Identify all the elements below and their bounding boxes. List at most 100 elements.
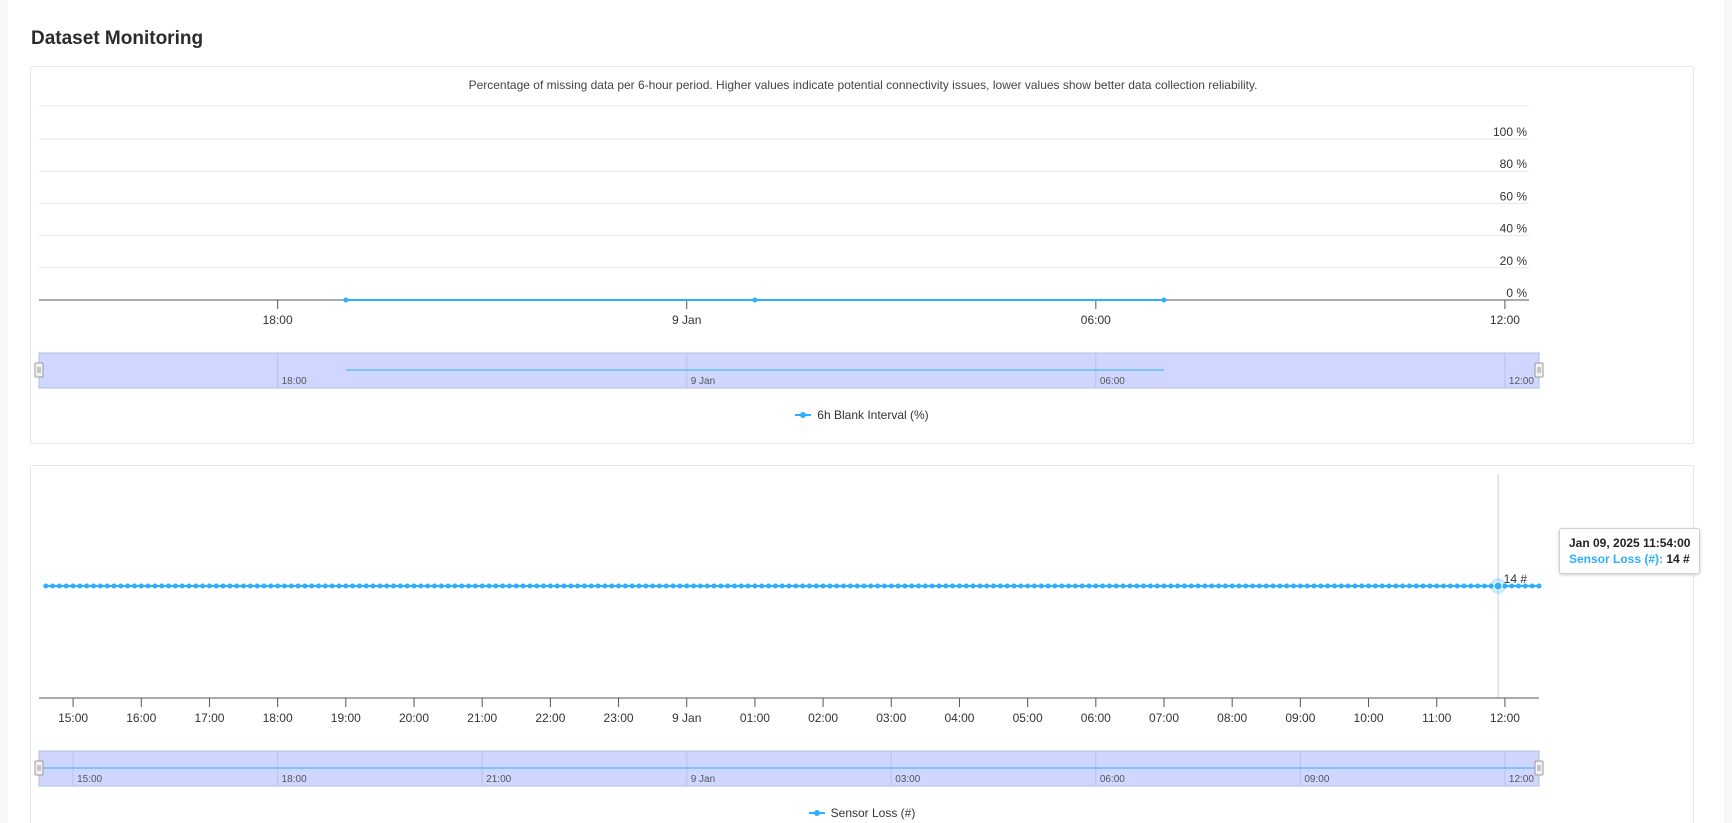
data-point bbox=[1400, 583, 1406, 589]
data-point bbox=[936, 583, 942, 589]
data-point bbox=[152, 583, 158, 589]
data-point bbox=[629, 583, 635, 589]
data-point bbox=[1338, 583, 1344, 589]
data-point bbox=[1386, 583, 1392, 589]
data-point bbox=[125, 583, 131, 589]
chart2-legend[interactable]: Sensor Loss (#) bbox=[31, 806, 1693, 821]
data-point bbox=[1004, 583, 1010, 589]
data-point bbox=[261, 583, 267, 589]
data-point bbox=[1325, 583, 1331, 589]
data-point bbox=[1372, 583, 1378, 589]
data-point bbox=[609, 583, 615, 589]
data-point bbox=[356, 583, 362, 589]
navigator-tick-label: 21:00 bbox=[486, 774, 511, 785]
data-point bbox=[1031, 583, 1037, 589]
x-tick-label: 07:00 bbox=[1149, 711, 1179, 725]
chart2-tooltip: Jan 09, 2025 11:54:00 Sensor Loss (#): 1… bbox=[1559, 528, 1701, 574]
x-tick-label: 9 Jan bbox=[672, 313, 701, 327]
data-point bbox=[820, 583, 826, 589]
x-tick-label: 09:00 bbox=[1285, 711, 1315, 725]
tooltip-date: Jan 09, 2025 11:54:00 bbox=[1569, 536, 1691, 550]
data-point bbox=[309, 583, 315, 589]
data-point bbox=[663, 583, 669, 589]
sensor-loss-chart[interactable]: 15:00 16:00 17:00 18:00 19:00 20:00 21:00 22:00… bbox=[31, 466, 1695, 823]
data-point bbox=[922, 583, 928, 589]
data-point bbox=[622, 583, 628, 589]
navigator-tick-label: 15:00 bbox=[77, 774, 102, 785]
data-point bbox=[718, 583, 724, 589]
data-point bbox=[404, 583, 410, 589]
data-point bbox=[479, 583, 485, 589]
data-point bbox=[527, 583, 533, 589]
data-point bbox=[929, 583, 935, 589]
data-point bbox=[377, 583, 383, 589]
navigator-tick-label: 09:00 bbox=[1304, 774, 1329, 785]
data-point bbox=[288, 583, 294, 589]
x-tick-label: 11:00 bbox=[1422, 711, 1451, 725]
blank-interval-chart[interactable]: Percentage of missing data per 6-hour pe… bbox=[31, 67, 1695, 445]
data-point bbox=[1161, 583, 1167, 589]
data-point bbox=[575, 583, 581, 589]
legend-item-sensor-loss[interactable]: Sensor Loss (#) bbox=[831, 806, 916, 820]
data-point bbox=[1100, 583, 1106, 589]
y-tick-label: 80 % bbox=[1500, 157, 1528, 171]
legend-line-marker-icon bbox=[795, 410, 812, 420]
data-point bbox=[561, 583, 567, 589]
data-point bbox=[1454, 583, 1460, 589]
data-point bbox=[881, 583, 887, 589]
data-point bbox=[241, 583, 247, 589]
navigator-tick-label: 12:00 bbox=[1509, 376, 1534, 387]
data-point bbox=[438, 583, 444, 589]
data-point bbox=[1406, 583, 1412, 589]
data-point bbox=[459, 583, 465, 589]
x-tick-label: 21:00 bbox=[467, 711, 497, 725]
data-point bbox=[1270, 583, 1276, 589]
data-point bbox=[520, 583, 526, 589]
x-tick-label: 22:00 bbox=[535, 711, 565, 725]
data-point bbox=[684, 583, 690, 589]
data-point bbox=[1188, 583, 1194, 589]
data-point bbox=[916, 583, 922, 589]
data-point bbox=[772, 583, 778, 589]
x-tick-label: 03:00 bbox=[876, 711, 906, 725]
data-point bbox=[711, 583, 717, 589]
y-tick-label: 20 % bbox=[1500, 254, 1528, 268]
sensor-loss-chart-panel: 15:00 16:00 17:00 18:00 19:00 20:00 21:00 22:00… bbox=[30, 465, 1701, 823]
data-point bbox=[1038, 583, 1044, 589]
x-tick-label: 04:00 bbox=[944, 711, 974, 725]
tooltip-value: 14 # bbox=[1666, 552, 1690, 566]
data-point bbox=[302, 583, 308, 589]
data-point bbox=[1359, 583, 1365, 589]
data-point bbox=[677, 583, 683, 589]
chart1-legend[interactable]: 6h Blank Interval (%) bbox=[31, 408, 1693, 423]
data-point bbox=[950, 583, 956, 589]
data-point bbox=[588, 583, 594, 589]
data-point bbox=[193, 583, 199, 589]
data-point bbox=[452, 583, 458, 589]
data-point bbox=[1072, 583, 1078, 589]
legend-item-blank-interval[interactable]: 6h Blank Interval (%) bbox=[817, 408, 928, 422]
data-point bbox=[1229, 583, 1235, 589]
x-tick-label: 15:00 bbox=[58, 711, 88, 725]
data-point bbox=[1536, 583, 1542, 589]
data-point bbox=[738, 583, 744, 589]
data-point bbox=[752, 297, 758, 303]
data-point bbox=[370, 583, 376, 589]
data-point bbox=[1379, 583, 1385, 589]
data-point bbox=[1366, 583, 1372, 589]
data-point bbox=[234, 583, 240, 589]
data-point bbox=[827, 583, 833, 589]
x-tick-label: 18:00 bbox=[263, 313, 293, 327]
data-point bbox=[943, 583, 949, 589]
x-tick-label: 10:00 bbox=[1354, 711, 1384, 725]
data-point bbox=[1066, 583, 1072, 589]
data-point bbox=[636, 583, 642, 589]
data-point bbox=[1345, 583, 1351, 589]
data-point bbox=[970, 583, 976, 589]
data-point bbox=[1318, 583, 1324, 589]
data-point bbox=[1427, 583, 1433, 589]
x-tick-label: 12:00 bbox=[1490, 711, 1520, 725]
x-tick-label: 20:00 bbox=[399, 711, 429, 725]
data-point bbox=[1222, 583, 1228, 589]
x-tick-label: 06:00 bbox=[1081, 711, 1111, 725]
